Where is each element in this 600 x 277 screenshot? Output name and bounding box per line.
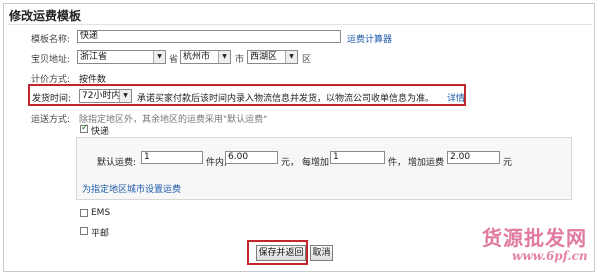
first-count-input[interactable]: 1 [141, 151, 203, 164]
express-label: 快递 [91, 127, 110, 137]
ems-checkbox[interactable] [80, 209, 88, 217]
watermark-text: 货源批发网 [482, 226, 587, 250]
city-suffix: 市 [235, 55, 245, 65]
express-checkbox[interactable] [80, 123, 89, 133]
add-fee-label: 增加运费 [408, 158, 445, 168]
province-select[interactable]: 浙江省 ▼ [77, 50, 166, 64]
district-select[interactable]: 西湖区 ▼ [247, 50, 298, 64]
province-suffix: 省 [169, 55, 179, 65]
chevron-down-icon: ▼ [153, 51, 165, 63]
ship-time-note: 承诺买家付款后该时间内录入物流信息并发货，以物流公司收单信息为准。 [137, 94, 435, 104]
mail-checkbox[interactable] [80, 227, 88, 235]
page-title: 修改运费模板 [9, 9, 82, 23]
save-button[interactable]: 保存并返回 [256, 245, 306, 261]
template-name-label: 模板名称: [31, 35, 71, 45]
first-count-unit: 件内, [206, 158, 227, 168]
freight-calculator-link[interactable]: 运费计算器 [347, 32, 392, 45]
add-fee-input[interactable]: 2.00 [447, 151, 500, 164]
mail-label: 平邮 [91, 229, 110, 239]
ems-label: EMS [91, 208, 111, 218]
template-name-input[interactable]: 快递 [77, 30, 341, 43]
location-label: 宝贝地址: [31, 55, 71, 65]
cancel-button[interactable]: 取消 [310, 245, 333, 261]
each-add-label: 每增加 [302, 158, 330, 168]
title-divider [8, 24, 592, 25]
region-fee-link[interactable]: 为指定地区城市设置运费 [82, 182, 181, 195]
ship-time-select[interactable]: 72小时内 ▼ [79, 89, 132, 103]
province-value: 浙江省 [80, 52, 108, 62]
district-value: 西湖区 [250, 52, 278, 62]
add-count-input[interactable]: 1 [330, 151, 385, 164]
first-fee-input[interactable]: 6.00 [225, 151, 278, 164]
add-fee-unit: 元 [503, 158, 513, 168]
shipping-label: 运送方式: [31, 115, 71, 125]
first-fee-unit: 元， [281, 158, 300, 168]
chevron-down-icon: ▼ [285, 51, 297, 63]
ship-time-value: 72小时内 [82, 91, 121, 101]
ship-time-label: 发货时间: [32, 94, 72, 104]
district-suffix: 区 [302, 55, 312, 65]
add-count-unit: 件， [388, 158, 407, 168]
city-select[interactable]: 杭州市 ▼ [180, 50, 231, 64]
default-fee-label: 默认运费: [97, 158, 137, 168]
watermark-url: www.6pf.cn [512, 249, 588, 263]
city-value: 杭州市 [183, 52, 211, 62]
chevron-down-icon: ▼ [218, 51, 230, 63]
ship-time-detail-link[interactable]: 详情 [447, 91, 465, 104]
chevron-down-icon: ▼ [119, 90, 131, 102]
